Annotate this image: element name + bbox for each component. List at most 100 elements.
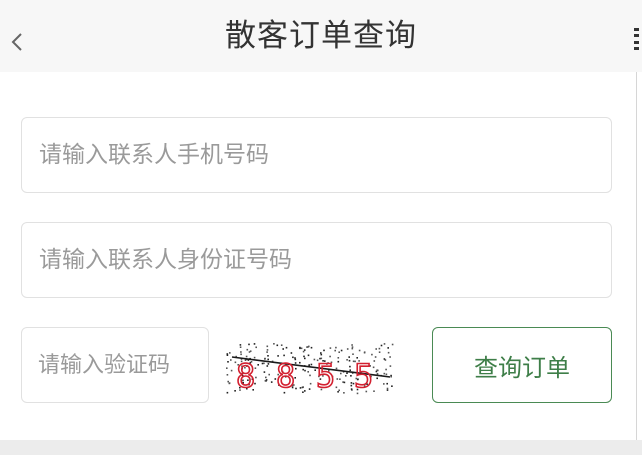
- captcha-noise-dot: [343, 392, 345, 394]
- captcha-noise-dot: [295, 387, 297, 390]
- captcha-noise-dot: [255, 346, 257, 349]
- captcha-noise-dot: [228, 382, 231, 385]
- captcha-noise-dot: [230, 359, 232, 361]
- captcha-noise-dot: [351, 344, 353, 346]
- captcha-char: 8: [236, 357, 255, 395]
- captcha-noise-dot: [240, 351, 242, 353]
- captcha-noise-dot: [352, 353, 354, 355]
- captcha-noise-dot: [304, 357, 306, 360]
- captcha-noise-dot: [376, 373, 379, 375]
- captcha-noise-dot: [266, 351, 268, 353]
- captcha-noise-dot: [383, 383, 385, 385]
- captcha-noise-dot: [249, 350, 252, 352]
- captcha-noise-dot: [389, 365, 392, 367]
- captcha-noise-dot: [267, 358, 269, 361]
- captcha-noise-dot: [349, 365, 351, 368]
- captcha-noise-dot: [385, 368, 387, 371]
- captcha-noise-dot: [265, 376, 267, 379]
- captcha-noise-dot: [266, 349, 269, 351]
- captcha-noise-dot: [386, 382, 388, 385]
- captcha-noise-dot: [264, 358, 266, 360]
- captcha-noise-dot: [339, 378, 341, 380]
- captcha-noise-dot: [346, 359, 348, 361]
- captcha-noise-dot: [345, 375, 347, 377]
- captcha-noise-dot: [376, 377, 378, 380]
- captcha-char: 5: [354, 357, 373, 395]
- captcha-noise-dot: [335, 386, 338, 389]
- captcha-noise-dot: [358, 349, 361, 352]
- captcha-noise-dot: [302, 386, 304, 388]
- captcha-noise-dot: [385, 373, 388, 376]
- captcha-noise-dot: [239, 344, 242, 346]
- captcha-noise-dot: [387, 347, 389, 349]
- captcha-noise-dot: [302, 391, 304, 393]
- captcha-noise-dot: [351, 346, 354, 348]
- query-order-button[interactable]: 查询订单: [432, 327, 612, 403]
- captcha-noise-dot: [349, 369, 351, 371]
- captcha-noise-dot: [230, 369, 233, 372]
- captcha-noise-dot: [239, 346, 242, 348]
- captcha-noise-dot: [263, 362, 265, 365]
- phone-input[interactable]: [21, 117, 612, 193]
- captcha-noise-dot: [229, 352, 231, 354]
- captcha-noise-dot: [378, 351, 381, 353]
- captcha-noise-dot: [338, 351, 340, 353]
- captcha-noise-dot: [273, 343, 275, 345]
- captcha-noise-dot: [383, 358, 386, 360]
- captcha-image[interactable]: 8 8 5 5: [226, 343, 394, 395]
- captcha-noise-dot: [307, 354, 310, 357]
- captcha-noise-dot: [375, 348, 377, 350]
- captcha-noise-dot: [248, 343, 250, 346]
- captcha-noise-dot: [307, 371, 309, 373]
- captcha-noise-dot: [375, 370, 378, 373]
- captcha-char: 8: [276, 357, 295, 395]
- captcha-noise-dot: [309, 374, 311, 377]
- captcha-noise-dot: [302, 350, 305, 353]
- captcha-input[interactable]: [21, 327, 209, 403]
- captcha-noise-dot: [320, 352, 322, 354]
- captcha-noise-dot: [302, 368, 304, 371]
- captcha-noise-dot: [255, 376, 257, 379]
- edge-mark-icon: [634, 28, 639, 50]
- captcha-noise-dot: [226, 367, 228, 369]
- captcha-noise-dot: [386, 389, 389, 391]
- captcha-noise-dot: [390, 375, 392, 378]
- captcha-noise-dot: [337, 391, 339, 393]
- captcha-noise-dot: [261, 362, 264, 365]
- captcha-noise-dot: [290, 352, 293, 354]
- captcha-noise-dot: [336, 378, 339, 380]
- captcha-noise-dot: [329, 347, 332, 349]
- captcha-noise-dot: [378, 347, 381, 350]
- captcha-noise-dot: [226, 391, 229, 394]
- captcha-noise-dot: [348, 356, 350, 358]
- captcha-noise-dot: [306, 346, 308, 348]
- captcha-noise-dot: [246, 348, 249, 351]
- captcha-noise-dot: [377, 369, 379, 372]
- id-number-input[interactable]: [21, 222, 612, 298]
- captcha-noise-dot: [335, 346, 337, 349]
- captcha-noise-dot: [253, 343, 256, 345]
- captcha-noise-dot: [346, 348, 349, 350]
- captcha-noise-dot: [334, 349, 336, 352]
- captcha-noise-dot: [310, 363, 313, 366]
- captcha-noise-dot: [391, 343, 394, 346]
- captcha-noise-dot: [227, 380, 229, 383]
- captcha-noise-dot: [337, 360, 340, 363]
- captcha-noise-dot: [350, 388, 353, 390]
- captcha-noise-dot: [373, 360, 376, 362]
- captcha-noise-dot: [374, 356, 377, 358]
- captcha-char: 5: [316, 357, 335, 395]
- page-title: 散客订单查询: [225, 18, 417, 54]
- captcha-noise-dot: [310, 346, 313, 349]
- captcha-noise-dot: [320, 353, 323, 356]
- right-divider: [636, 72, 637, 440]
- captcha-noise-dot: [363, 351, 366, 354]
- captcha-noise-dot: [335, 367, 338, 370]
- captcha-noise-dot: [383, 372, 386, 375]
- captcha-noise-dot: [300, 347, 303, 350]
- captcha-noise-dot: [389, 356, 391, 358]
- captcha-noise-dot: [265, 379, 268, 381]
- captcha-noise-dot: [383, 343, 386, 345]
- captcha-noise-dot: [226, 354, 229, 356]
- captcha-noise-dot: [386, 387, 389, 390]
